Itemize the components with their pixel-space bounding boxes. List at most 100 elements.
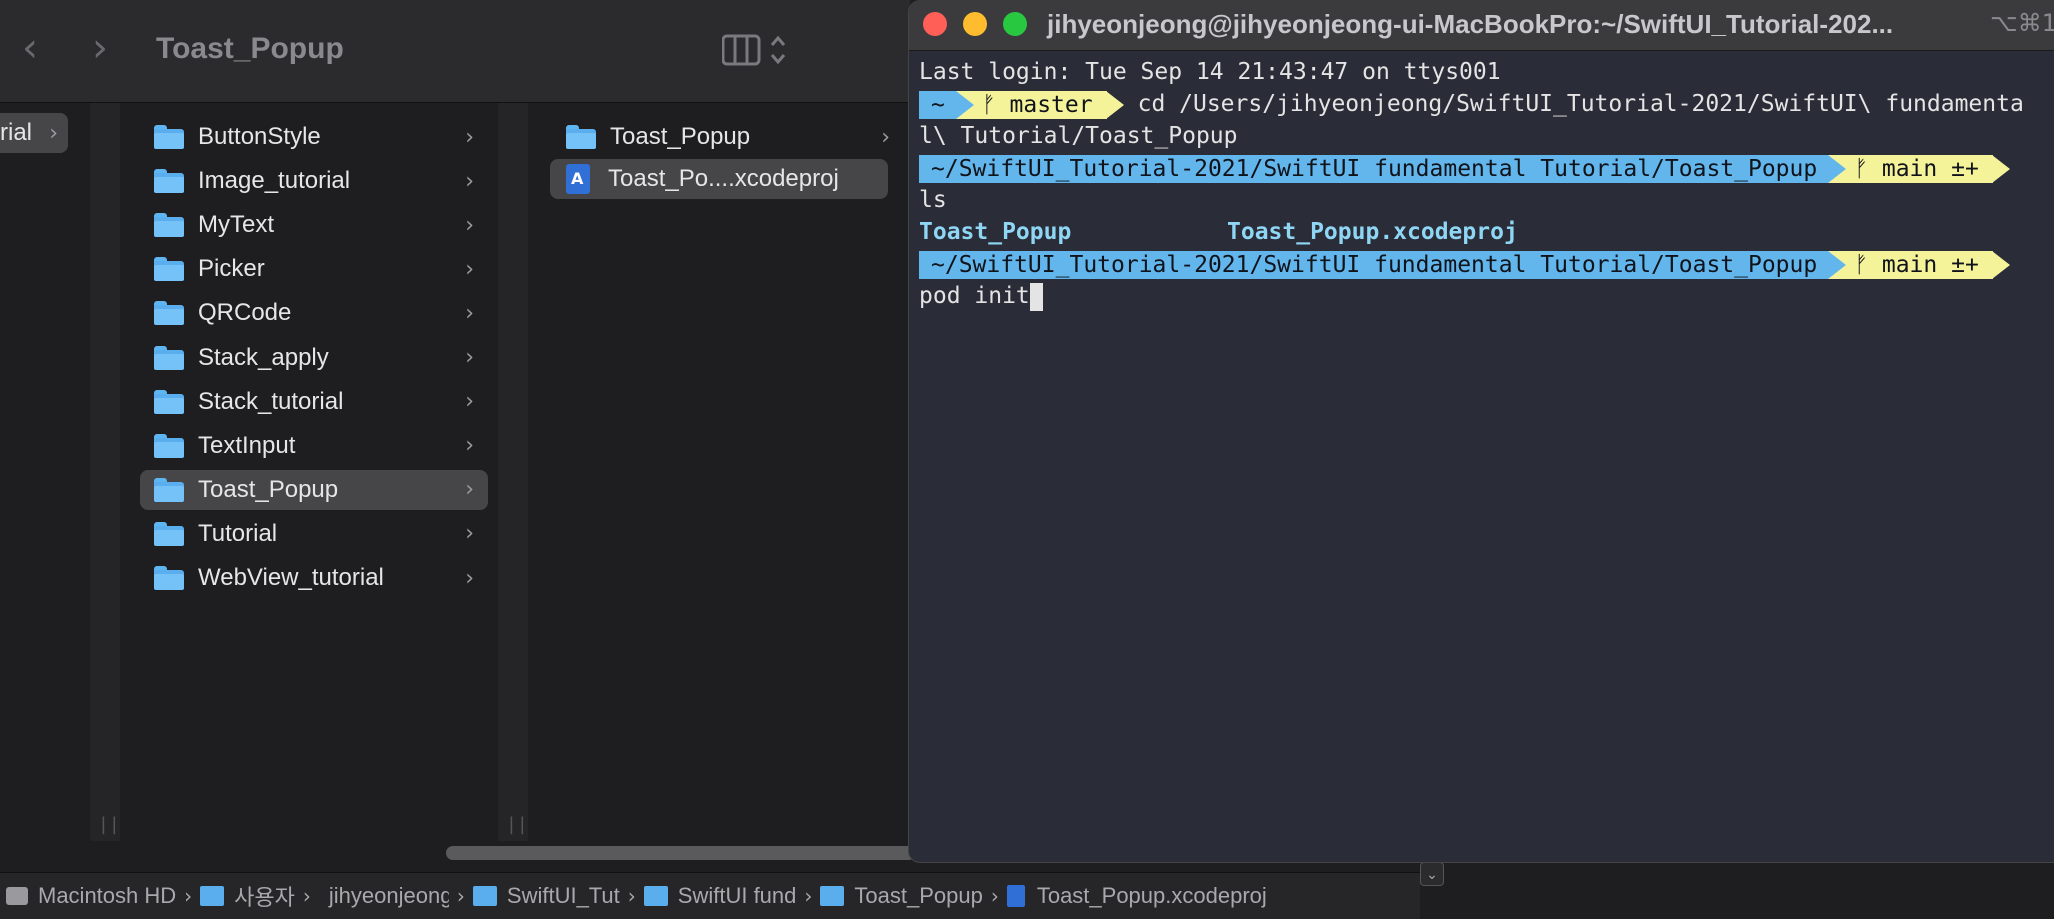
list-item[interactable]: WebView_tutorial ›: [140, 558, 488, 598]
terminal-output[interactable]: Last login: Tue Sep 14 21:43:47 on ttys0…: [919, 56, 2054, 312]
powerline-separator-icon: [1991, 154, 2010, 183]
folder-icon: [643, 886, 668, 906]
list-item[interactable]: Stack_apply ›: [140, 338, 488, 378]
list-item[interactable]: Picker ›: [140, 249, 488, 289]
path-item-swiftui-tutorial[interactable]: SwiftUI_Tut: [472, 883, 620, 909]
xcodeproj-icon: [566, 164, 590, 194]
folder-icon: [820, 886, 845, 906]
current-command-line[interactable]: pod init: [919, 280, 2054, 312]
powerline-separator-icon: [955, 90, 974, 119]
text-cursor: [1029, 282, 1043, 311]
prompt-dir: ~: [919, 90, 957, 119]
list-item[interactable]: TextInput ›: [140, 426, 488, 466]
finder-toolbar: ‹ › Toast_Popup: [0, 0, 910, 103]
finder-window-title: Toast_Popup: [156, 32, 344, 65]
column-view-icon[interactable]: [722, 33, 786, 67]
folder-icon: [154, 566, 184, 590]
chevron-right-icon: ›: [627, 884, 636, 908]
prompt-branch: ᚠ main ±+: [1828, 154, 1993, 183]
column-divider[interactable]: ||: [498, 103, 528, 841]
folder-icon: [154, 345, 184, 370]
powerline-separator-icon: [1828, 154, 1847, 183]
list-item[interactable]: ButtonStyle ›: [140, 117, 488, 157]
chevron-right-icon: ›: [465, 345, 474, 370]
chevron-right-icon: ›: [804, 884, 813, 908]
finder-column-1: rial ›: [0, 103, 90, 841]
ls-output-folder: Toast_Popup: [919, 219, 1072, 245]
chevron-right-icon: ›: [465, 300, 474, 326]
powerline-separator-icon: [1828, 250, 1847, 279]
collapse-toggle-icon[interactable]: ⌄: [1420, 862, 1444, 886]
chevron-right-icon: ›: [465, 124, 474, 150]
chevron-right-icon: ›: [465, 168, 474, 194]
chevron-right-icon: ›: [184, 884, 193, 908]
command-text: pod init: [919, 283, 1030, 309]
ls-output-line: Toast_Popup Toast_Popup.xcodeproj: [919, 216, 2054, 248]
prompt-branch: ᚠ master: [955, 90, 1107, 119]
list-item[interactable]: Tutorial ›: [140, 514, 488, 554]
finder-column-2: ButtonStyle › Image_tutorial › MyText › Picker…: [120, 103, 498, 841]
powerline-separator-icon: [1105, 90, 1124, 119]
prompt-line: ~ ᚠ master cd /Users/jihyeonjeong/SwiftUI_…: [919, 88, 2054, 120]
last-login-line: Last login: Tue Sep 14 21:43:47 on ttys0…: [919, 59, 1501, 85]
column-divider[interactable]: ||: [90, 103, 120, 841]
list-item[interactable]: Image_tutorial ›: [140, 161, 488, 201]
chevron-right-icon: ›: [465, 433, 474, 459]
prompt-dir: ~/SwiftUI_Tutorial-2021/SwiftUI fundamen…: [919, 250, 1830, 279]
folder-icon: [154, 213, 184, 238]
chevron-right-icon: ›: [465, 389, 474, 415]
powerline-separator-icon: [1991, 250, 2010, 279]
folder-icon: [154, 257, 184, 282]
path-item-xcodeproj[interactable]: Toast_Popup.xcodeproj: [1006, 883, 1267, 909]
folder-icon: [154, 521, 184, 546]
zoom-button[interactable]: [1003, 12, 1027, 36]
folder-icon: [154, 169, 184, 194]
prompt-dir: ~/SwiftUI_Tutorial-2021/SwiftUI fundamen…: [919, 154, 1830, 183]
hard-drive-icon: [6, 887, 28, 905]
chevron-right-icon: ›: [465, 521, 474, 547]
chevron-right-icon: ›: [990, 884, 999, 908]
command-text: ls: [919, 187, 947, 213]
list-item[interactable]: QRCode ›: [140, 293, 488, 333]
list-item-selected[interactable]: Toast_Po....xcodeproj: [550, 159, 888, 199]
chevron-right-icon: ›: [465, 477, 474, 503]
terminal-window[interactable]: jihyeonjeong@jihyeonjeong-ui-MacBookPro:…: [908, 0, 2054, 863]
path-item-home[interactable]: jihyeonjeong: [319, 883, 449, 909]
path-item-swiftui-fundamental[interactable]: SwiftUI fund: [643, 883, 796, 909]
minimize-button[interactable]: [963, 12, 987, 36]
window-shortcut: ⌥⌘1: [1990, 9, 2054, 37]
horizontal-scrollbar[interactable]: [446, 846, 916, 860]
terminal-titlebar[interactable]: jihyeonjeong@jihyeonjeong-ui-MacBookPro:…: [909, 0, 2054, 51]
path-item-users[interactable]: 사용자: [200, 880, 295, 912]
forward-chevron-icon[interactable]: ›: [92, 28, 108, 68]
path-item-toast-popup[interactable]: Toast_Popup: [820, 883, 983, 909]
path-item-macintosh-hd[interactable]: Macintosh HD: [0, 883, 176, 909]
column1-selected-item[interactable]: rial ›: [0, 113, 68, 153]
folder-icon: [154, 125, 184, 149]
chevron-right-icon: ›: [49, 120, 58, 146]
chevron-right-icon: ›: [465, 565, 474, 591]
folder-icon: [472, 886, 497, 906]
back-chevron-icon[interactable]: ‹: [22, 28, 38, 68]
close-button[interactable]: [923, 12, 947, 36]
prompt-branch: ᚠ main ±+: [1828, 250, 1993, 279]
path-bar: Macintosh HD › 사용자 › jihyeonjeong › Swif…: [0, 872, 1420, 919]
command-text: cd /Users/jihyeonjeong/SwiftUI_Tutorial-…: [1137, 91, 2024, 117]
ls-output-xcodeproj: Toast_Popup.xcodeproj: [1227, 219, 1518, 245]
list-item[interactable]: Toast_Popup ›: [552, 117, 904, 157]
list-item[interactable]: MyText ›: [140, 205, 488, 245]
folder-icon: [154, 433, 184, 458]
folder-icon: [566, 125, 596, 149]
folder-icon: [200, 886, 225, 906]
folder-icon: [154, 477, 184, 502]
list-item[interactable]: Stack_tutorial ›: [140, 382, 488, 422]
terminal-title: jihyeonjeong@jihyeonjeong-ui-MacBookPro:…: [1047, 9, 1894, 39]
xcodeproj-icon: [1006, 885, 1025, 907]
list-item-selected[interactable]: Toast_Popup ›: [140, 469, 488, 510]
chevron-right-icon: ›: [465, 212, 474, 238]
finder-column-3: Toast_Popup › Toast_Po....xcodeproj: [528, 103, 910, 841]
folder-icon: [154, 389, 184, 414]
prompt-line: ~/SwiftUI_Tutorial-2021/SwiftUI fundamen…: [919, 248, 2054, 280]
chevron-right-icon: ›: [881, 124, 890, 150]
command-continuation: l\ Tutorial/Toast_Popup: [919, 123, 1238, 149]
